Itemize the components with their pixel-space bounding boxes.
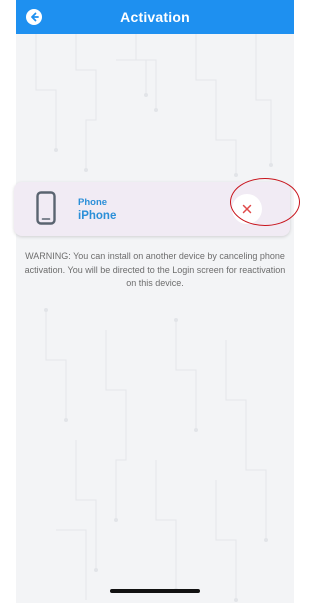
back-button[interactable]	[26, 9, 42, 25]
header-bar: Activation	[16, 0, 294, 34]
warning-message: WARNING: You can install on another devi…	[24, 251, 286, 288]
circuit-background	[35, 34, 273, 602]
close-icon	[242, 204, 252, 214]
main-panel: Activation	[16, 0, 294, 603]
page-title: Activation	[120, 9, 190, 25]
smartphone-icon	[36, 191, 56, 225]
device-name: iPhone	[78, 210, 117, 222]
arrow-left-circle-icon	[31, 12, 39, 22]
left-margin	[0, 0, 16, 603]
remove-device-button[interactable]	[232, 194, 262, 224]
device-card: Phone iPhone	[14, 182, 290, 236]
home-indicator[interactable]	[110, 589, 200, 593]
device-type-label: Phone	[78, 197, 108, 208]
activation-screen: Activation Phone iPhone WARNING: You can…	[0, 0, 310, 603]
right-margin	[294, 0, 310, 603]
